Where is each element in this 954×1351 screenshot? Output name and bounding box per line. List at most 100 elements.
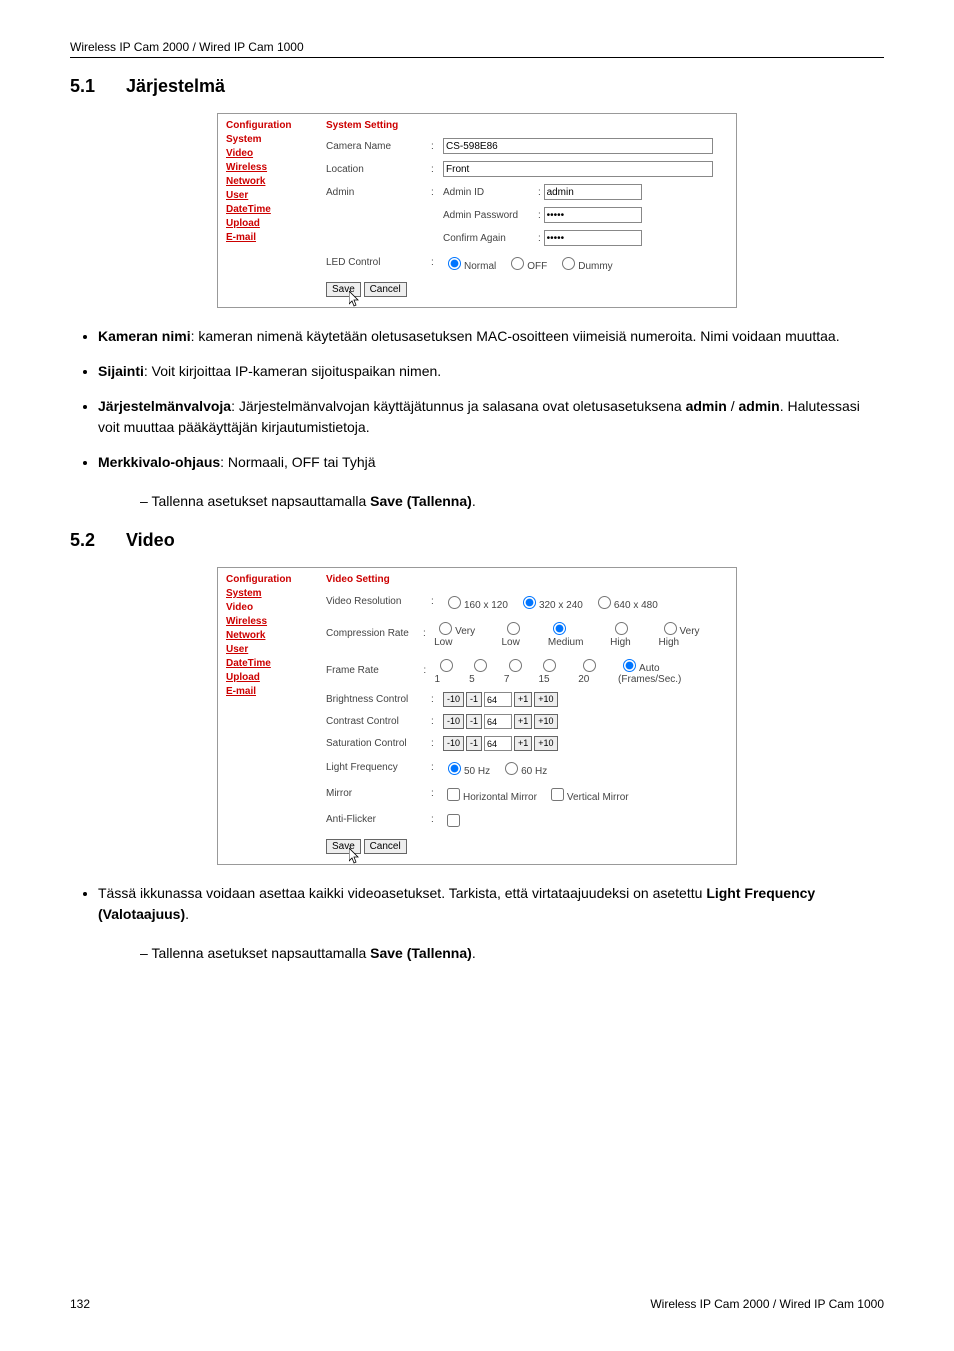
video-cancel-button[interactable]: Cancel <box>364 839 407 854</box>
footer-right: Wireless IP Cam 2000 / Wired IP Cam 1000 <box>650 1297 884 1311</box>
res-640-radio[interactable] <box>598 596 611 609</box>
bullet-video-settings: Tässä ikkunassa voidaan asettaa kaikki v… <box>98 883 884 925</box>
mirror-label: Mirror <box>326 788 431 799</box>
res-320-radio[interactable] <box>523 596 536 609</box>
location-label: Location <box>326 164 431 175</box>
comp-l-radio[interactable] <box>507 622 520 635</box>
nav2-email[interactable]: E-mail <box>226 686 310 697</box>
fr-7-radio[interactable] <box>509 659 522 672</box>
section-title-5-2: 5.2Video <box>70 530 884 551</box>
config-nav-2: Configuration System Video Wireless Netw… <box>218 568 318 864</box>
contrast-label: Contrast Control <box>326 716 431 727</box>
comp-h-radio[interactable] <box>615 622 628 635</box>
anti-flicker-label: Anti-Flicker <box>326 814 431 825</box>
lf-60-radio[interactable] <box>505 762 518 775</box>
cancel-button[interactable]: Cancel <box>364 282 407 297</box>
bullet-led: Merkkivalo-ohjaus: Normaali, OFF tai Tyh… <box>98 452 884 473</box>
bright-m1-button[interactable]: -1 <box>466 692 482 707</box>
nav2-network[interactable]: Network <box>226 630 310 641</box>
config-nav: Configuration System Video Wireless Netw… <box>218 114 318 307</box>
contrast-p1-button[interactable]: +1 <box>514 714 532 729</box>
nav2-datetime[interactable]: DateTime <box>226 658 310 669</box>
section-title-5-1: 5.1Järjestelmä <box>70 76 884 97</box>
bullet-location: Sijainti: Voit kirjoittaa IP-kameran sij… <box>98 361 884 382</box>
sat-p1-button[interactable]: +1 <box>514 736 532 751</box>
nav-user[interactable]: User <box>226 190 310 201</box>
page-header: Wireless IP Cam 2000 / Wired IP Cam 1000 <box>70 40 884 58</box>
admin-password-input[interactable] <box>544 207 642 223</box>
nav-email[interactable]: E-mail <box>226 232 310 243</box>
admin-label: Admin <box>326 187 431 198</box>
led-off-radio[interactable] <box>511 257 524 270</box>
contrast-m1-button[interactable]: -1 <box>466 714 482 729</box>
confirm-again-label: Confirm Again <box>443 233 538 244</box>
system-setting-title: System Setting <box>326 120 728 131</box>
nav2-upload[interactable]: Upload <box>226 672 310 683</box>
contrast-m10-button[interactable]: -10 <box>443 714 464 729</box>
video-resolution-label: Video Resolution <box>326 596 431 607</box>
video-setting-title: Video Setting <box>326 574 728 585</box>
nav2-user[interactable]: User <box>226 644 310 655</box>
fr-5-radio[interactable] <box>474 659 487 672</box>
camera-name-input[interactable] <box>443 138 713 154</box>
nav-wireless[interactable]: Wireless <box>226 162 310 173</box>
bright-p1-button[interactable]: +1 <box>514 692 532 707</box>
comp-vh-radio[interactable] <box>664 622 677 635</box>
nav-datetime[interactable]: DateTime <box>226 204 310 215</box>
page-footer: 132 Wireless IP Cam 2000 / Wired IP Cam … <box>70 1297 884 1311</box>
nav2-video[interactable]: Video <box>226 602 310 613</box>
frame-rate-label: Frame Rate <box>326 665 423 676</box>
nav2-system[interactable]: System <box>226 588 310 599</box>
bullet-camera-name: Kameran nimi: kameran nimenä käytetään o… <box>98 326 884 347</box>
compression-rate-label: Compression Rate <box>326 628 423 639</box>
confirm-again-input[interactable] <box>544 230 642 246</box>
fr-20-radio[interactable] <box>583 659 596 672</box>
res-160-radio[interactable] <box>448 596 461 609</box>
sat-value-input[interactable] <box>484 736 512 751</box>
nav-video[interactable]: Video <box>226 148 310 159</box>
video-save-button[interactable]: Save <box>326 839 361 854</box>
nav-system[interactable]: System <box>226 134 310 145</box>
comp-m-radio[interactable] <box>553 622 566 635</box>
contrast-value-input[interactable] <box>484 714 512 729</box>
contrast-p10-button[interactable]: +10 <box>534 714 557 729</box>
bright-m10-button[interactable]: -10 <box>443 692 464 707</box>
light-frequency-label: Light Frequency <box>326 762 431 773</box>
camera-name-label: Camera Name <box>326 141 431 152</box>
led-control-label: LED Control <box>326 257 431 268</box>
anti-flicker-checkbox[interactable] <box>447 814 460 827</box>
sat-m10-button[interactable]: -10 <box>443 736 464 751</box>
save-button[interactable]: Save <box>326 282 361 297</box>
led-normal-radio[interactable] <box>448 257 461 270</box>
bright-p10-button[interactable]: +10 <box>534 692 557 707</box>
admin-id-label: Admin ID <box>443 187 538 198</box>
section-5-2-bullets: Tässä ikkunassa voidaan asettaa kaikki v… <box>70 883 884 925</box>
system-setting-panel: Configuration System Video Wireless Netw… <box>217 113 737 308</box>
admin-id-input[interactable] <box>544 184 642 200</box>
fr-auto-radio[interactable] <box>623 659 636 672</box>
bullet-admin: Järjestelmänvalvoja: Järjestelmänvalvoja… <box>98 396 884 438</box>
sat-p10-button[interactable]: +10 <box>534 736 557 751</box>
fr-1-radio[interactable] <box>440 659 453 672</box>
page-number: 132 <box>70 1297 90 1311</box>
comp-vl-radio[interactable] <box>439 622 452 635</box>
section-5-1-bullets: Kameran nimi: kameran nimenä käytetään o… <box>70 326 884 473</box>
bright-value-input[interactable] <box>484 692 512 707</box>
nav-title-2: Configuration <box>226 574 310 585</box>
sat-m1-button[interactable]: -1 <box>466 736 482 751</box>
nav-network[interactable]: Network <box>226 176 310 187</box>
horizontal-mirror-checkbox[interactable] <box>447 788 460 801</box>
dash-save-1: Tallenna asetukset napsauttamalla Save (… <box>140 491 884 512</box>
nav-upload[interactable]: Upload <box>226 218 310 229</box>
video-setting-panel: Configuration System Video Wireless Netw… <box>217 567 737 865</box>
lf-50-radio[interactable] <box>448 762 461 775</box>
vertical-mirror-checkbox[interactable] <box>551 788 564 801</box>
admin-password-label: Admin Password <box>443 210 538 221</box>
nav-title: Configuration <box>226 120 310 131</box>
nav2-wireless[interactable]: Wireless <box>226 616 310 627</box>
saturation-label: Saturation Control <box>326 738 431 749</box>
location-input[interactable] <box>443 161 713 177</box>
led-dummy-radio[interactable] <box>562 257 575 270</box>
fr-15-radio[interactable] <box>543 659 556 672</box>
brightness-label: Brightness Control <box>326 694 431 705</box>
